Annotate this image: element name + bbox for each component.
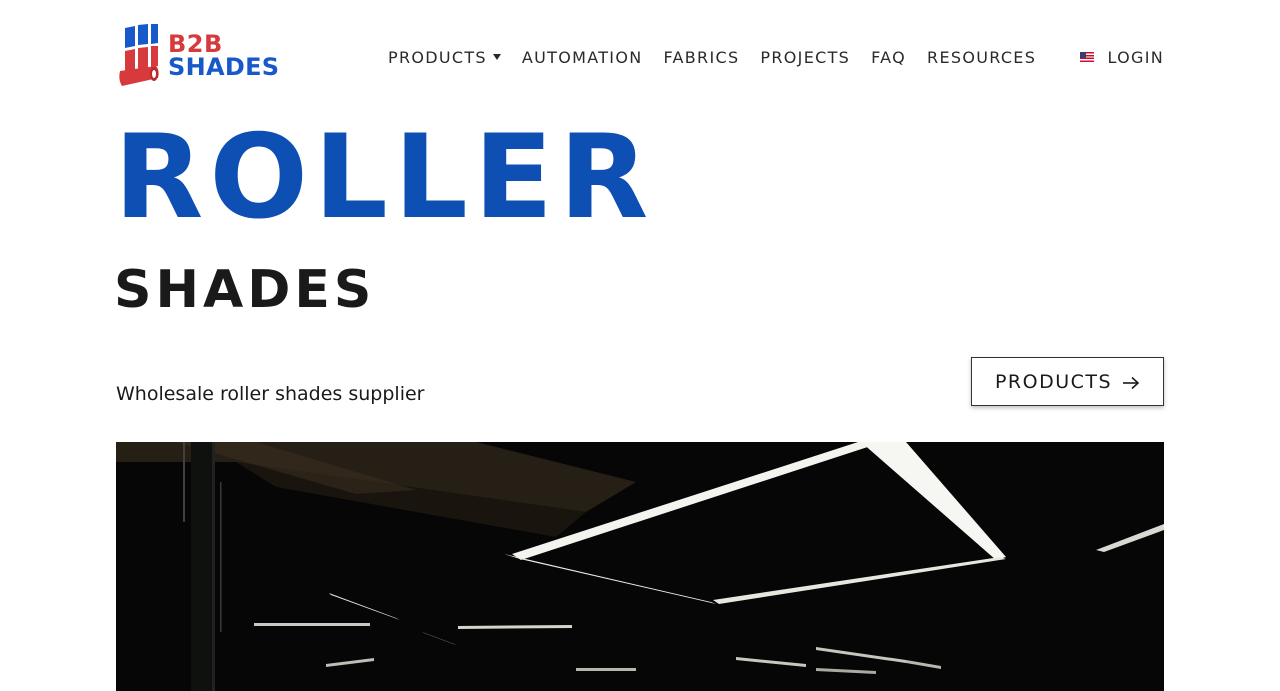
login-label: LOGIN (1107, 47, 1164, 67)
hero-title: ROLLER (114, 110, 655, 245)
nav-item-label: RESOURCES (927, 47, 1037, 67)
nav-item-label: FABRICS (663, 47, 740, 67)
hero-tagline: Wholesale roller shades supplier (116, 383, 425, 405)
main-nav: PRODUCTS AUTOMATION FABRICS PROJECTS FAQ… (388, 46, 1057, 68)
page: B2B SHADES PRODUCTS AUTOMATION FABRICS P… (0, 0, 1280, 691)
logo-line-2: SHADES (168, 53, 280, 81)
brand-logo[interactable]: B2B SHADES (118, 24, 280, 88)
nav-item-projects[interactable]: PROJECTS (760, 48, 850, 67)
hero-image (116, 442, 1164, 691)
nav-item-label: PRODUCTS (388, 47, 487, 67)
nav-item-automation[interactable]: AUTOMATION (522, 48, 643, 67)
login-link[interactable]: LOGIN (1080, 46, 1164, 68)
logo-mark-icon (118, 24, 162, 88)
cta-label: PRODUCTS (994, 370, 1113, 393)
nav-item-label: AUTOMATION (521, 47, 643, 67)
hero-subtitle: SHADES (114, 260, 376, 320)
nav-item-resources[interactable]: RESOURCES (927, 48, 1036, 67)
nav-item-label: FAQ (871, 47, 907, 67)
us-flag-icon[interactable] (1080, 52, 1095, 62)
nav-item-products[interactable]: PRODUCTS (388, 48, 501, 67)
nav-item-faq[interactable]: FAQ (871, 48, 906, 67)
products-cta-button[interactable]: PRODUCTS (971, 357, 1164, 406)
arrow-right-icon (1122, 375, 1140, 389)
caret-down-icon (492, 54, 501, 60)
nav-item-fabrics[interactable]: FABRICS (664, 48, 740, 67)
logo-wordmark: B2B SHADES (168, 32, 280, 81)
nav-item-label: PROJECTS (760, 47, 851, 67)
